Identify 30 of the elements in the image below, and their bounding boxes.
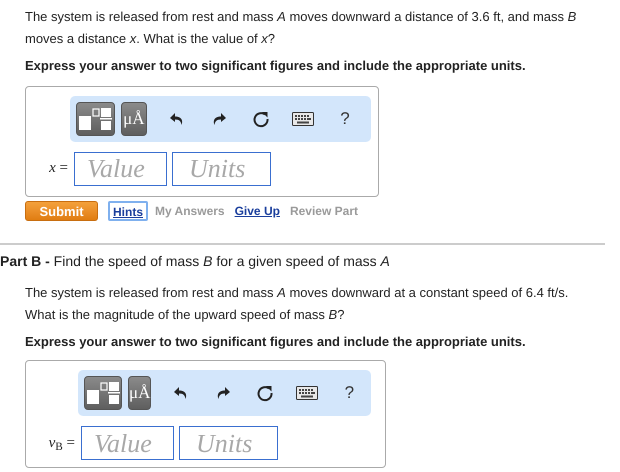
redo-icon: [215, 385, 232, 401]
template-icon: [85, 381, 121, 405]
link-button: My Answers: [152, 200, 228, 220]
link-button[interactable]: Hints: [108, 200, 148, 220]
keyboard-icon: [292, 112, 314, 126]
template-button[interactable]: [84, 376, 122, 410]
reset-icon: [252, 110, 270, 128]
variable-label: x =: [48, 159, 69, 178]
symbols-button[interactable]: μÅ: [128, 376, 152, 410]
help-button[interactable]: ?: [329, 378, 370, 408]
redo-icon: [211, 110, 227, 126]
keyboard-icon: [296, 386, 318, 400]
reset-icon: [256, 384, 274, 402]
instruction-text: Express your answer to two significant figures and include the appropriate units.: [25, 332, 527, 351]
units-field[interactable]: Units: [172, 152, 271, 186]
value-field[interactable]: Value: [74, 152, 167, 186]
value-field[interactable]: Value: [81, 426, 174, 460]
question-text: The system is released from rest and mass A moves downward at a constant speed of 6.4 ft/s. What is the magnitude of the upward speed of mass B?: [25, 284, 570, 324]
question-text: The system is released from rest and mass A moves downward a distance of 3.6 ft, and mass B moves a distance x. What is the value of x?: [25, 8, 578, 48]
help-button[interactable]: ?: [325, 104, 365, 134]
variable-label: v$_{B}$ =: [48, 434, 76, 454]
template-button[interactable]: [76, 102, 115, 136]
link-button[interactable]: Give Up: [232, 200, 283, 220]
symbols-button[interactable]: μÅ: [120, 102, 147, 136]
part-heading: Part B - Find the speed of mass B for a given speed of mass A: [0, 252, 391, 270]
template-icon: [77, 106, 114, 130]
undo-icon: [169, 110, 185, 126]
instruction-text: Express your answer to two significant figures and include the appropriate units.: [25, 57, 527, 75]
units-field[interactable]: Units: [179, 426, 278, 460]
link-button: Review Part: [286, 200, 361, 220]
